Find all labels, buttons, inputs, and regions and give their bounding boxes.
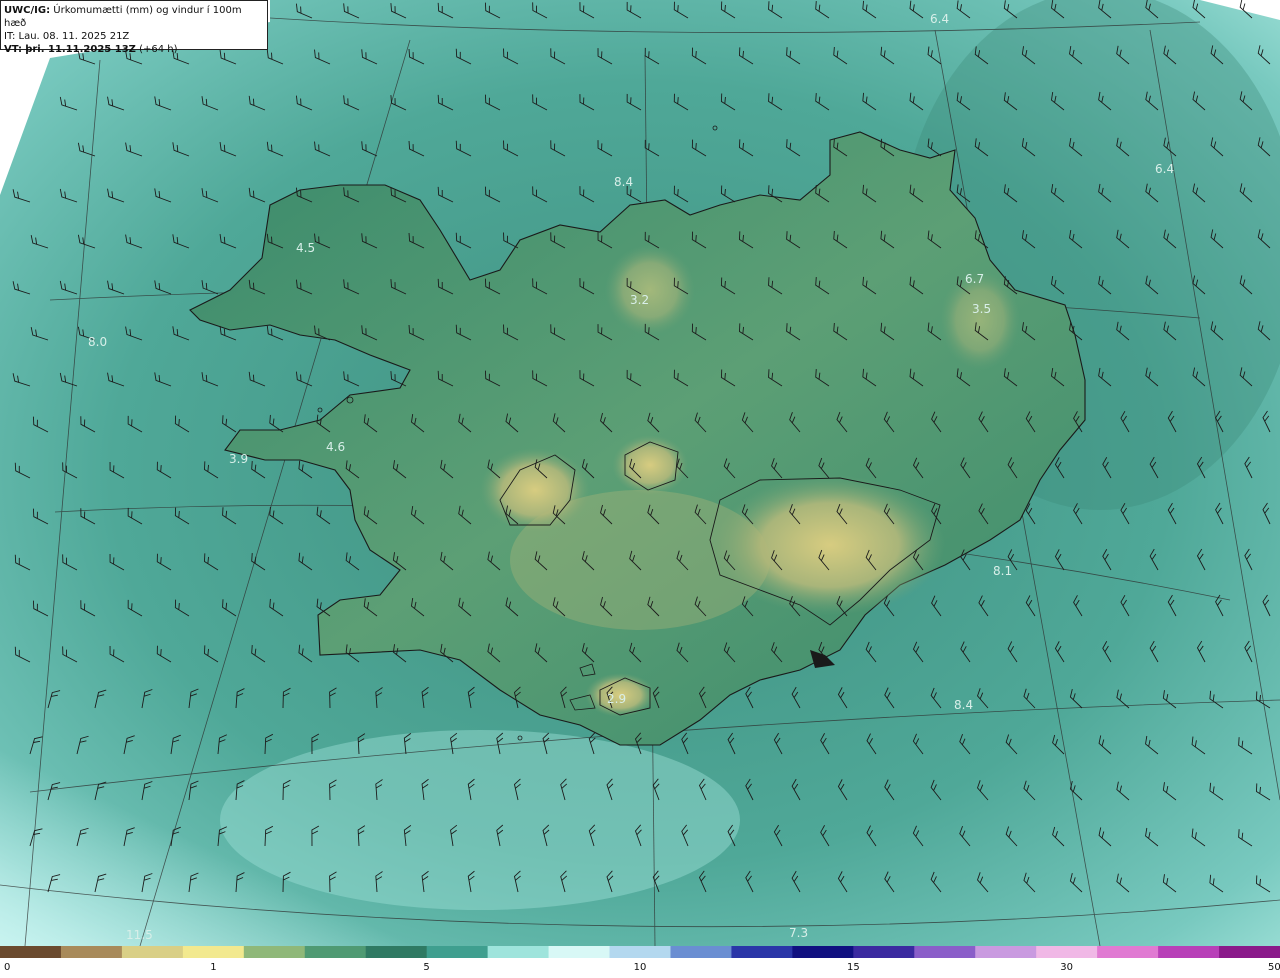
valid-time-line: VT: þri. 11.11.2025 13Z (+64 h): [4, 43, 264, 56]
map-label-2-9-south: 2.9: [607, 692, 626, 706]
map-label-8-4-n: 8.4: [614, 175, 633, 189]
map-info-box: UWC/IG: Úrkomumætti (mm) og vindur í 100…: [0, 0, 268, 55]
colorbar-segment: [975, 946, 1037, 958]
valid-time: þri. 11.11.2025 13Z: [25, 44, 136, 55]
init-time: Lau. 08. 11. 2025 21Z: [18, 31, 130, 42]
map-label-6-4-ne-top: 6.4: [930, 12, 949, 26]
colorbar-segment: [1219, 946, 1280, 958]
colorbar-tick-label: 0: [4, 962, 11, 973]
colorbar-segment: [121, 946, 184, 958]
colorbar-tick-label: 30: [1060, 962, 1073, 973]
colorbar-segment: [1158, 946, 1220, 958]
colorbar-tick-label: 50: [1268, 962, 1280, 973]
map-label-6-4-ne: 6.4: [1155, 162, 1174, 176]
colorbar: [0, 946, 1280, 958]
map-label-4-6-west: 4.6: [326, 440, 345, 454]
colorbar-segment: [243, 946, 306, 958]
colorbar-segment: [182, 946, 245, 958]
init-label: IT:: [4, 31, 16, 42]
colorbar-segment: [487, 946, 550, 958]
colorbar-segment: [1036, 946, 1098, 958]
map-label-8-0-west: 8.0: [88, 335, 107, 349]
colorbar-segment: [304, 946, 367, 958]
lead-time: (+64 h): [139, 44, 178, 55]
colorbar-segment: [792, 946, 854, 958]
colorbar-segment: [731, 946, 793, 958]
colorbar-segment: [548, 946, 611, 958]
colorbar-tick-label: 10: [633, 962, 647, 973]
map-label-3-5-east: 3.5: [972, 302, 991, 316]
map-area: 6.4 6.4 8.4 4.5 3.2 6.7 3.5 8.0 3.9 4.6 …: [0, 0, 1280, 946]
map-label-7-3-south: 7.3: [789, 926, 808, 940]
colorbar-segment: [0, 946, 62, 958]
colorbar-segment: [853, 946, 915, 958]
colorbar-segment: [609, 946, 672, 958]
colorbar-tick-label: 5: [423, 962, 430, 973]
init-time-line: IT: Lau. 08. 11. 2025 21Z: [4, 30, 264, 43]
colorbar-segment: [426, 946, 489, 958]
model-name: UWC/IG:: [4, 5, 51, 16]
colorbar-tick-label: 15: [847, 962, 860, 973]
map-label-11-5-southwest: 11.5: [126, 928, 153, 942]
valid-label: VT:: [4, 44, 23, 55]
map-label-3-2-north: 3.2: [630, 293, 649, 307]
colorbar-segment: [365, 946, 428, 958]
title-line: UWC/IG: Úrkomumætti (mm) og vindur í 100…: [4, 4, 264, 30]
colorbar-tick-label: 1: [210, 962, 217, 973]
colorbar-labels: 0 1 5 10 15 30 50: [0, 962, 1280, 978]
map-label-4-5-westfjords: 4.5: [296, 241, 315, 255]
map-label-8-1-southeast: 8.1: [993, 564, 1012, 578]
map-label-3-9-snaefellsnes: 3.9: [229, 452, 248, 466]
colorbar-segment: [60, 946, 123, 958]
map-label-8-4-south: 8.4: [954, 698, 973, 712]
colorbar-segment: [914, 946, 976, 958]
map-label-6-7-east: 6.7: [965, 272, 984, 286]
colorbar-segment: [670, 946, 733, 958]
map-svg: 6.4 6.4 8.4 4.5 3.2 6.7 3.5 8.0 3.9 4.6 …: [0, 0, 1280, 946]
colorbar-segment: [1097, 946, 1159, 958]
